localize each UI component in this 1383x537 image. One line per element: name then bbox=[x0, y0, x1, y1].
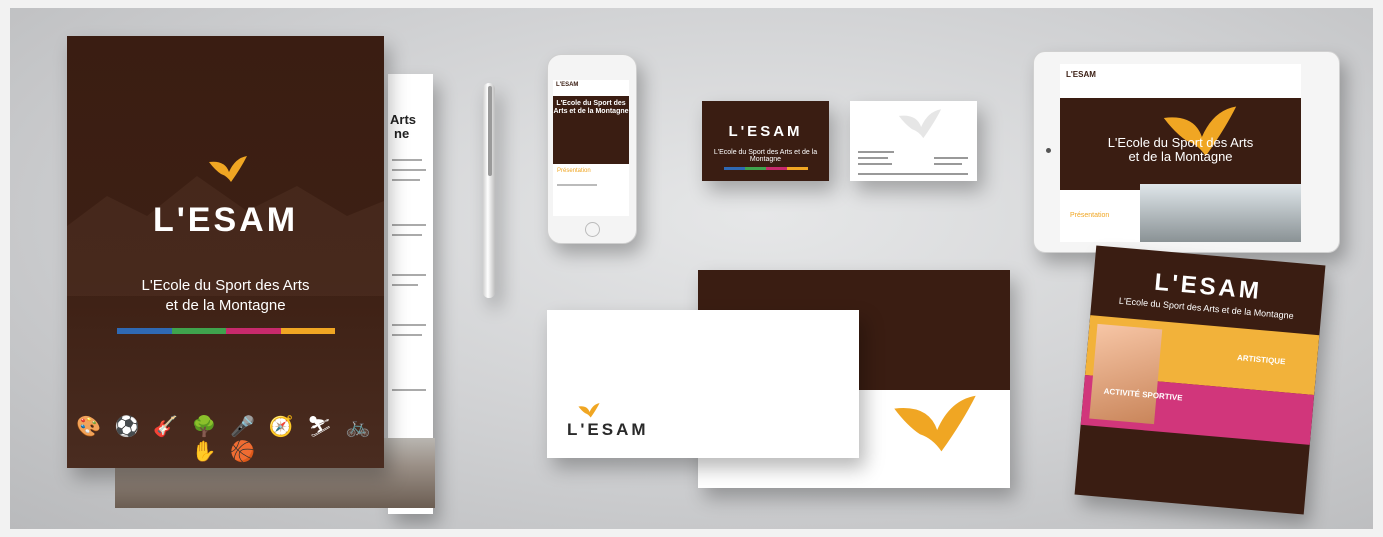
business-card-back bbox=[850, 101, 977, 181]
phone-home-button bbox=[585, 222, 600, 237]
back-page-heading-fragment-1: Arts bbox=[390, 112, 417, 127]
text-line bbox=[858, 163, 892, 165]
watermark-bird-icon bbox=[898, 109, 942, 139]
text-line bbox=[392, 334, 422, 336]
text-line bbox=[392, 274, 426, 276]
bird-logo-icon bbox=[578, 403, 600, 418]
back-page-heading-fragment-2: ne bbox=[394, 126, 410, 141]
tagline-line-2: et de la Montagne bbox=[165, 297, 286, 314]
tablet-tagline: L'Ecole du Sport des Arts et de la Monta… bbox=[1060, 136, 1301, 164]
text-line bbox=[858, 157, 888, 159]
business-card-front: L'ESAM L'Ecole du Sport des Arts et de l… bbox=[702, 101, 829, 181]
envelope-front: L'ESAM bbox=[547, 310, 859, 458]
text-line bbox=[392, 159, 422, 161]
tablet-tagline-line-2: et de la Montagne bbox=[1128, 149, 1233, 164]
brochure-tagline: L'Ecole du Sport des Arts et de la Monta… bbox=[67, 276, 384, 316]
tablet-tagline-line-1: L'Ecole du Sport des Arts bbox=[1107, 135, 1254, 150]
text-line bbox=[392, 234, 422, 236]
phone-header-logo: L'ESAM bbox=[553, 80, 629, 96]
text-line bbox=[858, 173, 968, 175]
tablet-header-logo: L'ESAM bbox=[1066, 70, 1096, 79]
tablet-screen: L'ESAM L'Ecole du Sport des Arts et de l… bbox=[1060, 64, 1301, 242]
tablet-camera bbox=[1046, 148, 1051, 153]
phone-screen: L'ESAM L'Ecole du Sport des Arts et de l… bbox=[553, 80, 629, 216]
text-line bbox=[557, 184, 597, 186]
text-line bbox=[392, 284, 418, 286]
text-line bbox=[392, 389, 426, 391]
text-line bbox=[934, 163, 962, 165]
tablet-hero: L'Ecole du Sport des Arts et de la Monta… bbox=[1060, 98, 1301, 190]
color-stripe bbox=[117, 328, 335, 334]
text-line bbox=[392, 324, 426, 326]
brochure-logo: L'ESAM bbox=[152, 201, 299, 239]
flyer: L'ESAM L'Ecole du Sport des Arts et de l… bbox=[1074, 245, 1326, 515]
flyer-photo bbox=[1089, 323, 1163, 425]
envelope-logo: L'ESAM bbox=[567, 420, 649, 439]
text-line bbox=[934, 157, 968, 159]
tagline-line-1: L'Ecole du Sport des Arts bbox=[141, 277, 310, 294]
text-line bbox=[858, 151, 894, 153]
phone-section-label: Présentation bbox=[557, 168, 591, 174]
card-color-stripe bbox=[724, 167, 808, 170]
text-line bbox=[392, 179, 420, 181]
envelope-bird-icon bbox=[894, 395, 976, 452]
activity-icons: 🎨 ⚽ 🎸 🌳 🎤 🧭 ⛷ 🚲 ✋ 🏀 bbox=[76, 416, 375, 463]
card-logo: L'ESAM bbox=[728, 123, 803, 140]
text-line bbox=[392, 169, 426, 171]
pen-clip bbox=[488, 86, 492, 176]
phone-tagline: L'Ecole du Sport des Arts et de la Monta… bbox=[553, 100, 629, 115]
tablet-photo bbox=[1140, 184, 1301, 242]
phone-hero: L'Ecole du Sport des Arts et de la Monta… bbox=[553, 96, 629, 164]
stationery-mockup-scene: Arts ne L'ESAM L'Ecole du Sport des Arts… bbox=[10, 8, 1373, 529]
card-tagline: L'Ecole du Sport des Arts et de la Monta… bbox=[713, 149, 818, 163]
text-line bbox=[392, 224, 426, 226]
brochure-cover: L'ESAM L'Ecole du Sport des Arts et de l… bbox=[67, 36, 384, 468]
bird-logo-icon bbox=[209, 156, 247, 182]
tablet-section-label: Présentation bbox=[1070, 212, 1110, 219]
